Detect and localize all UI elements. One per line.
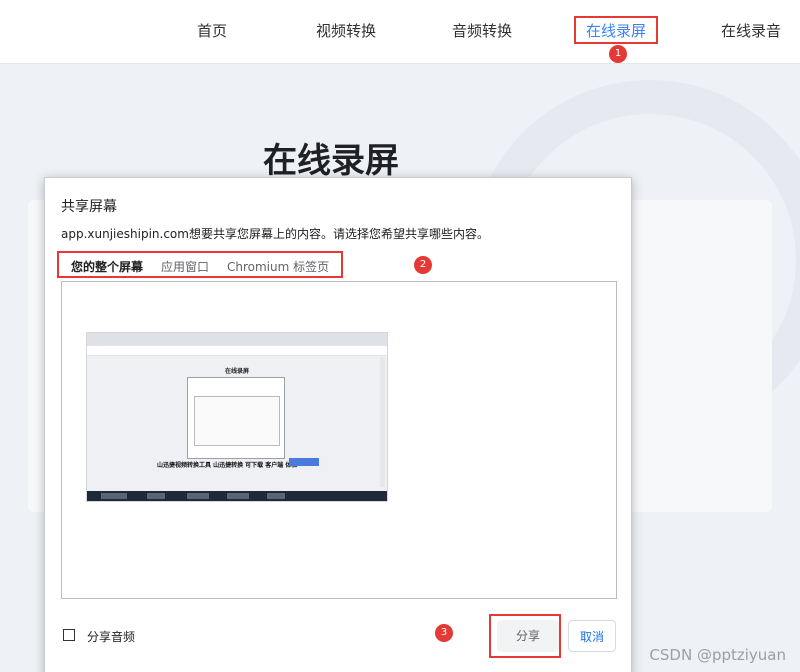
step-marker-3: 3	[435, 624, 453, 642]
thumbnail-page-title: 在线录屏	[224, 368, 249, 375]
thumbnail-nav	[87, 346, 387, 356]
thumbnail-taskbar-item	[227, 493, 249, 499]
dialog-title: 共享屏幕	[61, 199, 117, 215]
thumbnail-taskbar-item	[267, 493, 285, 499]
step-marker-2: 2	[414, 256, 432, 274]
nav-item-video-convert[interactable]: 视频转换	[316, 20, 376, 41]
thumbnail-taskbar-item	[187, 493, 209, 499]
highlight-box-tabs	[57, 251, 343, 278]
share-screen-dialog: 共享屏幕 app.xunjieshipin.com想要共享您屏幕上的内容。请选择…	[44, 177, 632, 672]
thumbnail-scrollbar	[380, 357, 385, 487]
screen-thumbnail[interactable]: 在线录屏 山迅捷视频转换工具 山迅捷转换 可下载 客户端 体验	[86, 332, 388, 502]
screen-preview-area: 在线录屏 山迅捷视频转换工具 山迅捷转换 可下载 客户端 体验	[61, 281, 617, 599]
share-audio-label: 分享音频	[87, 630, 136, 644]
highlight-box-share	[489, 614, 561, 658]
thumbnail-taskbar-item	[101, 493, 127, 499]
share-audio-checkbox[interactable]	[63, 629, 75, 641]
nav-item-audio-convert[interactable]: 音频转换	[452, 20, 512, 41]
nav-item-audio-record[interactable]: 在线录音	[721, 20, 781, 41]
nav-item-home[interactable]: 首页	[197, 20, 227, 41]
page-title: 在线录屏	[263, 142, 399, 180]
thumbnail-dialog	[187, 377, 285, 459]
cancel-button[interactable]: 取消	[568, 620, 616, 652]
dialog-description: app.xunjieshipin.com想要共享您屏幕上的内容。请选择您希望共享…	[61, 227, 489, 241]
thumbnail-taskbar	[87, 491, 387, 501]
thumbnail-bottom-text: 山迅捷视频转换工具 山迅捷转换 可下载 客户端 体验	[157, 462, 298, 469]
step-marker-1: 1	[609, 45, 627, 63]
top-nav: 首页 视频转换 音频转换 在线录屏 在线录音	[0, 0, 800, 64]
thumbnail-browser-bar	[87, 333, 387, 346]
thumbnail-button	[289, 458, 319, 466]
watermark: CSDN @pptziyuan	[649, 646, 786, 664]
thumbnail-dialog-preview	[194, 396, 280, 446]
highlight-box-nav	[574, 16, 658, 44]
thumbnail-taskbar-item	[147, 493, 165, 499]
